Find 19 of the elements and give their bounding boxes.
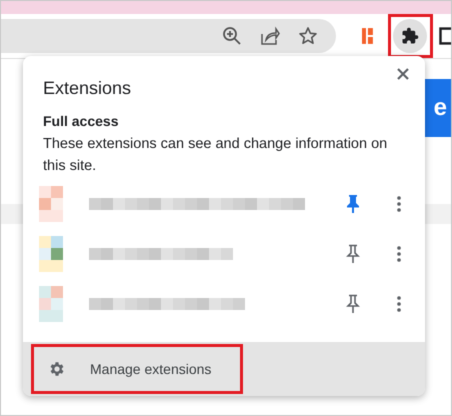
extensions-button[interactable] [393, 19, 428, 53]
star-icon[interactable] [298, 26, 318, 46]
address-bar[interactable] [1, 19, 336, 53]
settings-icon [48, 360, 66, 378]
section-heading: Full access [42, 112, 120, 129]
popup-title: Extensions [43, 78, 132, 99]
section-description: These extensions can see and change information on this site. [42, 135, 388, 176]
more-icon [397, 246, 401, 262]
puzzle-icon [401, 27, 420, 45]
bars-icon[interactable] [362, 28, 376, 44]
share-icon[interactable] [260, 26, 280, 46]
pin-icon [346, 294, 360, 314]
window-icon[interactable] [439, 27, 451, 45]
manage-extensions-button[interactable]: Manage extensions [31, 344, 243, 394]
more-icon [397, 196, 401, 212]
pin-icon [346, 194, 360, 214]
zoom-icon[interactable] [222, 26, 242, 46]
more-icon [397, 296, 401, 312]
pin-icon [346, 244, 360, 264]
